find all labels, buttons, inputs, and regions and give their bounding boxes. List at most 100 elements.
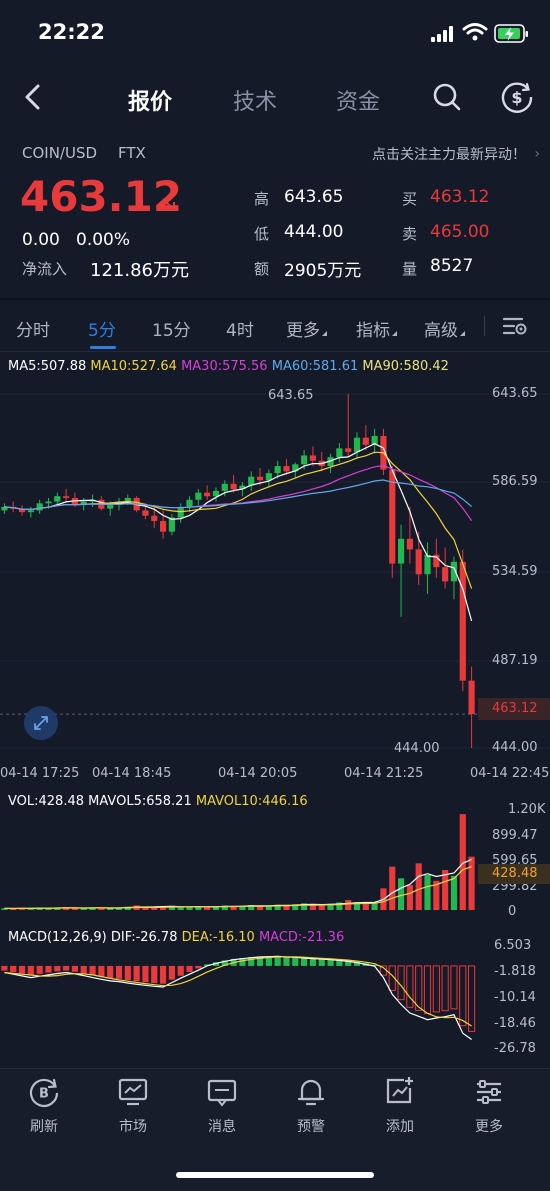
nav-market[interactable]: 市场 bbox=[103, 1076, 163, 1146]
candle-body bbox=[424, 554, 431, 575]
volume-bar bbox=[204, 907, 211, 910]
macd-histogram-bar bbox=[142, 965, 149, 983]
advanced-menu[interactable]: 高级 bbox=[424, 316, 465, 341]
tab-quote[interactable]: 报价 bbox=[128, 84, 172, 116]
macd-histogram-bar bbox=[168, 965, 175, 980]
macd-chart bbox=[1, 955, 476, 1040]
refresh-b-icon: B bbox=[29, 1078, 59, 1108]
nav-refresh[interactable]: B 刷新 bbox=[14, 1076, 74, 1146]
expand-chart-button[interactable] bbox=[24, 706, 58, 740]
macd-histogram-bar bbox=[177, 965, 184, 976]
high-marker: 643.65 bbox=[268, 388, 314, 403]
tab-funds[interactable]: 资金 bbox=[336, 84, 380, 116]
x-tick: 04-14 18:45 bbox=[92, 766, 172, 781]
tab-technical[interactable]: 技术 bbox=[233, 84, 277, 116]
nav-label: 刷新 bbox=[30, 1119, 58, 1135]
period-5min[interactable]: 5分 bbox=[88, 316, 116, 341]
search-icon[interactable] bbox=[432, 82, 462, 112]
candle-body bbox=[442, 567, 449, 582]
net-inflow-label: 净流入 bbox=[22, 260, 68, 278]
net-inflow-value: 121.86万元 bbox=[90, 260, 189, 281]
dropdown-triangle-icon bbox=[460, 331, 465, 336]
active-period-underline bbox=[90, 346, 116, 349]
candle-body bbox=[36, 503, 43, 511]
add-chart-icon bbox=[386, 1077, 413, 1104]
candle-body bbox=[45, 501, 52, 504]
candle-body bbox=[195, 492, 202, 500]
candle-body bbox=[230, 483, 237, 490]
candle-body bbox=[362, 437, 369, 445]
y-tick: 0 bbox=[508, 904, 517, 919]
volume-value: 8527 bbox=[430, 256, 474, 276]
sell-value: 465.00 bbox=[430, 222, 490, 242]
x-tick: 04-14 20:05 bbox=[218, 766, 298, 781]
x-tick: 04-14 21:25 bbox=[344, 766, 424, 781]
market-chart-icon bbox=[118, 1078, 148, 1106]
candlestick-chart[interactable] bbox=[0, 380, 550, 780]
volume-bar bbox=[442, 870, 449, 910]
y-tick: 487.19 bbox=[492, 653, 538, 668]
macd-histogram-bar bbox=[80, 965, 87, 974]
macd-histogram-bar bbox=[432, 965, 440, 1013]
candle-body bbox=[309, 455, 317, 461]
ma90-legend: MA90:580.42 bbox=[362, 359, 449, 374]
svg-text:B: B bbox=[39, 1087, 49, 1102]
ma10-legend: MA10:527.64 bbox=[90, 359, 177, 374]
macd-histogram-bar bbox=[27, 965, 34, 976]
x-tick: 04-14 22:45 bbox=[470, 766, 550, 781]
macd-histogram-bar bbox=[186, 965, 193, 973]
period-15min[interactable]: 15分 bbox=[152, 316, 191, 341]
amount-label: 额 bbox=[254, 260, 270, 278]
macd-histogram-bar bbox=[415, 965, 423, 1011]
high-label: 高 bbox=[254, 190, 270, 208]
expand-arrows-icon bbox=[34, 716, 48, 730]
candle-body bbox=[468, 680, 475, 715]
nav-add[interactable]: 添加 bbox=[370, 1076, 430, 1146]
candle-body bbox=[212, 490, 220, 497]
macd-histogram-bar bbox=[195, 965, 202, 969]
candle-body bbox=[256, 476, 264, 481]
low-label: 低 bbox=[254, 225, 270, 243]
volume-bar bbox=[186, 907, 193, 910]
focus-prompt-link[interactable]: 点击关注主力最新异动！ bbox=[372, 144, 526, 164]
instrument-exchange: FTX bbox=[118, 144, 146, 162]
candle-body bbox=[265, 473, 272, 481]
period-timeshare[interactable]: 分时 bbox=[16, 316, 50, 341]
volume-bar bbox=[371, 902, 378, 910]
nav-messages[interactable]: 消息 bbox=[192, 1076, 252, 1146]
period-bar bbox=[0, 300, 550, 352]
period-more[interactable]: 更多 bbox=[286, 316, 327, 341]
macd-histogram-bar bbox=[36, 965, 43, 974]
nav-alerts[interactable]: 预警 bbox=[281, 1076, 341, 1146]
advanced-menu-label: 高级 bbox=[424, 321, 458, 341]
macd-histogram-bar bbox=[292, 956, 299, 966]
indicator-menu[interactable]: 指标 bbox=[356, 316, 397, 341]
candle-body bbox=[27, 510, 34, 513]
macd-histogram-bar bbox=[159, 965, 167, 984]
macd-histogram-bar bbox=[1, 965, 8, 971]
candle-body bbox=[186, 499, 193, 507]
chart-settings-icon[interactable] bbox=[502, 314, 528, 338]
dollar-coin-icon[interactable]: $ bbox=[500, 80, 534, 114]
candle-body bbox=[159, 521, 167, 532]
volume-bar bbox=[415, 863, 422, 910]
y-tick: 643.65 bbox=[492, 386, 538, 401]
nav-label: 更多 bbox=[475, 1119, 503, 1135]
nav-more[interactable]: 更多 bbox=[459, 1076, 519, 1146]
signal-icon bbox=[431, 26, 453, 42]
candle-body bbox=[336, 448, 343, 458]
candle-body bbox=[274, 466, 281, 474]
price-change-pct: 0.00% bbox=[76, 230, 131, 250]
ma30-legend: MA30:575.56 bbox=[181, 359, 268, 374]
sell-label: 卖 bbox=[402, 225, 418, 243]
macd-histogram-bar bbox=[124, 965, 131, 981]
macd-histogram-bar bbox=[151, 965, 158, 984]
back-arrow-icon[interactable] bbox=[18, 80, 48, 114]
candle-body bbox=[107, 505, 114, 509]
y-tick: -1.818 bbox=[494, 964, 536, 979]
buy-value: 463.12 bbox=[430, 187, 490, 207]
ma-legend: MA5:507.88 MA10:527.64 MA30:575.56 MA60:… bbox=[8, 359, 449, 374]
y-tick: 586.59 bbox=[492, 474, 538, 489]
candle-body bbox=[54, 496, 61, 502]
period-4h[interactable]: 4时 bbox=[226, 316, 254, 341]
